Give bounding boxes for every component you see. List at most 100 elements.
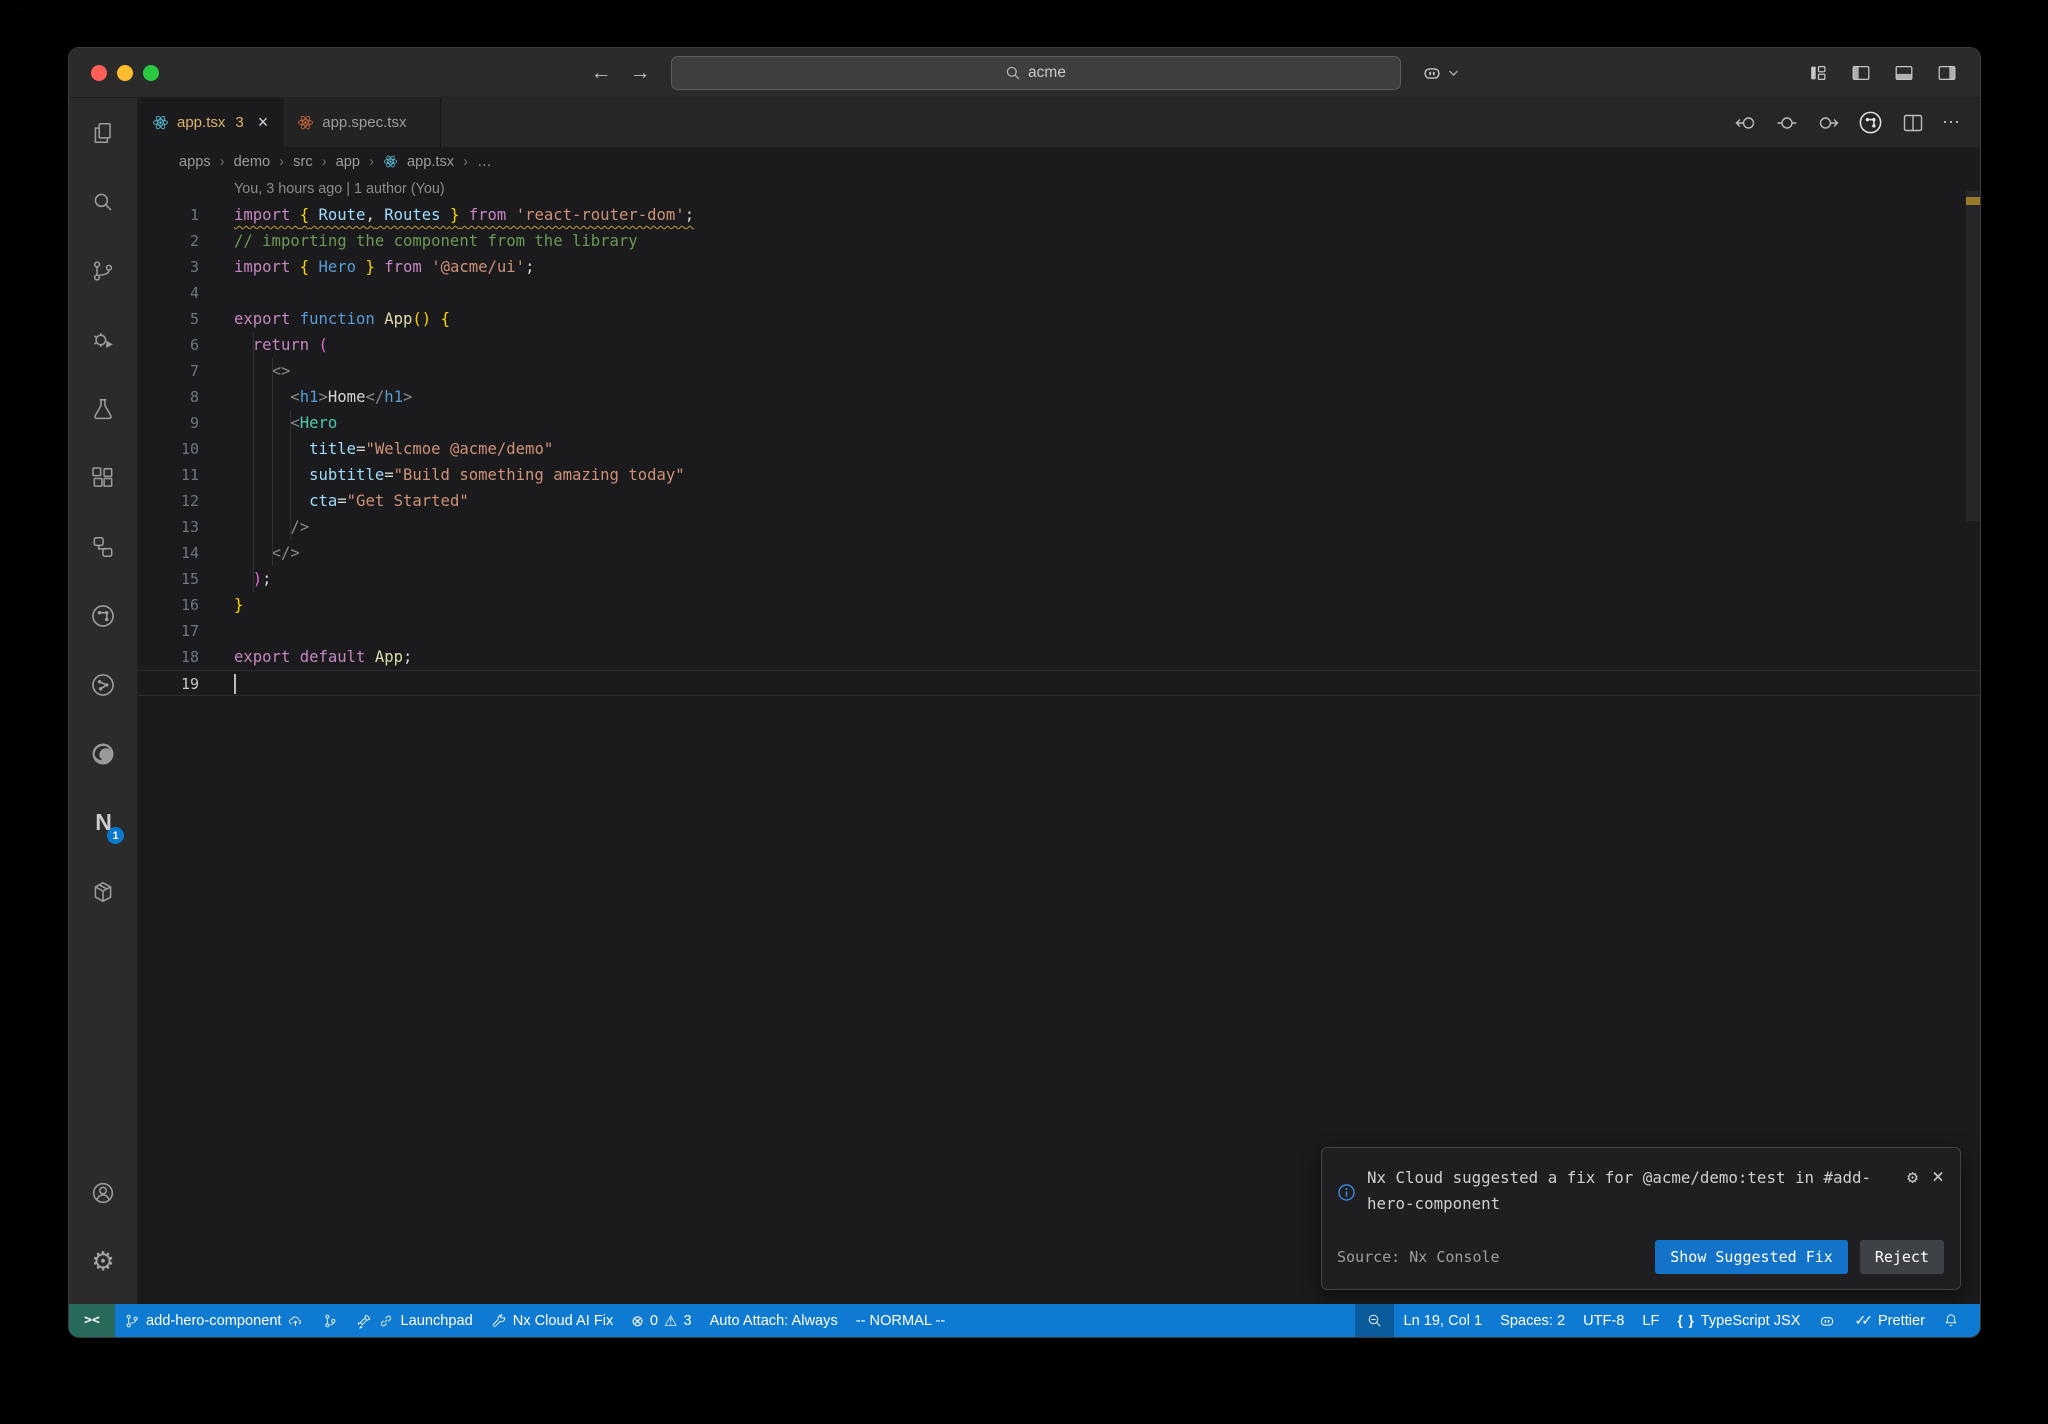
- notification-source: Source: Nx Console: [1337, 1248, 1500, 1266]
- bell-icon: [1943, 1312, 1959, 1329]
- activity-bar: N 1 ⚙: [69, 98, 138, 1304]
- nav-back-icon[interactable]: [1734, 111, 1758, 135]
- edge-browser-icon[interactable]: [69, 719, 137, 788]
- code-line[interactable]: 12 cta="Get Started": [138, 488, 1980, 514]
- nx-graph-icon[interactable]: [69, 581, 137, 650]
- search-icon[interactable]: [69, 167, 137, 236]
- line-content: // importing the component from the libr…: [234, 232, 638, 250]
- close-tab-icon[interactable]: ×: [258, 112, 269, 133]
- code-line[interactable]: 19: [138, 670, 1980, 696]
- customize-layout-icon[interactable]: [1807, 62, 1829, 84]
- eol-item[interactable]: LF: [1633, 1304, 1668, 1337]
- command-center-search[interactable]: acme: [670, 55, 1401, 90]
- settings-gear-icon[interactable]: ⚙: [69, 1227, 137, 1296]
- accounts-icon[interactable]: [69, 1158, 137, 1227]
- copilot-menu[interactable]: [1421, 62, 1459, 84]
- code-line[interactable]: 11 subtitle="Build something amazing tod…: [138, 462, 1980, 488]
- scrollbar-thumb[interactable]: [1966, 191, 1980, 521]
- launchpad-item[interactable]: Launchpad: [347, 1304, 481, 1337]
- cloud-upload-icon: [287, 1313, 304, 1329]
- status-bar: >< add-hero-component Launchpad Nx Cloud…: [69, 1304, 1980, 1337]
- text-cursor: [234, 674, 236, 694]
- notifications-bell-item[interactable]: [1934, 1304, 1968, 1337]
- nav-forward-icon[interactable]: [1816, 111, 1840, 135]
- toggle-primary-sidebar-icon[interactable]: [1850, 62, 1872, 84]
- history-back-icon[interactable]: ←: [591, 61, 612, 85]
- vim-mode-item[interactable]: -- NORMAL --: [847, 1304, 954, 1337]
- reject-button[interactable]: Reject: [1859, 1240, 1944, 1274]
- indentation-item[interactable]: Spaces: 2: [1491, 1304, 1574, 1337]
- code-editor[interactable]: You, 3 hours ago | 1 author (You) 1 impor…: [138, 176, 1980, 1304]
- problems-item[interactable]: ⊗ 0 ⚠ 3: [622, 1304, 700, 1337]
- code-line[interactable]: 2 // importing the component from the lib…: [138, 228, 1980, 254]
- toggle-panel-icon[interactable]: [1893, 62, 1915, 84]
- notification-message: Nx Cloud suggested a fix for @acme/demo:…: [1367, 1168, 1872, 1213]
- nx-graph-action-icon[interactable]: [1857, 109, 1884, 136]
- search-icon: [1005, 65, 1021, 81]
- testing-icon[interactable]: [69, 374, 137, 443]
- line-number: 11: [180, 466, 199, 484]
- more-actions-icon[interactable]: ⋯: [1942, 112, 1962, 133]
- nx-cloud-fix-item[interactable]: Nx Cloud AI Fix: [482, 1304, 623, 1337]
- copilot-status-item[interactable]: [1809, 1304, 1845, 1337]
- commits-icon: [322, 1313, 338, 1329]
- code-line[interactable]: 18 export default App;: [138, 644, 1980, 670]
- code-line[interactable]: 8 <h1>Home</h1>: [138, 384, 1980, 410]
- encoding-item[interactable]: UTF-8: [1574, 1304, 1633, 1337]
- show-suggested-fix-button[interactable]: Show Suggested Fix: [1655, 1240, 1848, 1274]
- code-line[interactable]: 1 import { Route, Routes } from 'react-ro…: [138, 202, 1980, 228]
- package-icon[interactable]: [69, 857, 137, 926]
- zoom-out-icon: [1366, 1312, 1383, 1329]
- nx-projects-icon[interactable]: [69, 512, 137, 581]
- notification-settings-icon[interactable]: ⚙: [1907, 1167, 1918, 1188]
- line-content: <>: [271, 362, 291, 380]
- notification-close-icon[interactable]: ×: [1932, 1166, 1944, 1186]
- tab-app-spec-tsx[interactable]: app.spec.tsx: [283, 98, 442, 147]
- cursor-position-item[interactable]: Ln 19, Col 1: [1394, 1304, 1491, 1337]
- breadcrumb-item[interactable]: src: [293, 154, 312, 170]
- breadcrumb-item[interactable]: demo: [234, 154, 271, 170]
- breadcrumb-item[interactable]: app.tsx: [407, 154, 454, 170]
- nx-console-icon[interactable]: N 1: [69, 788, 137, 857]
- nx-cloud-icon[interactable]: [69, 650, 137, 719]
- scrollbar[interactable]: [1966, 176, 1980, 1304]
- code-line[interactable]: 9 <Hero: [138, 410, 1980, 436]
- code-line[interactable]: 17: [138, 618, 1980, 644]
- extensions-icon[interactable]: [69, 443, 137, 512]
- code-line[interactable]: 10 title="Welcmoe @acme/demo": [138, 436, 1980, 462]
- source-control-graph-item[interactable]: [313, 1304, 347, 1337]
- history-forward-icon[interactable]: →: [630, 61, 651, 85]
- tab-app-tsx[interactable]: app.tsx 3 ×: [138, 98, 284, 147]
- search-value: acme: [1028, 63, 1066, 81]
- toggle-secondary-sidebar-icon[interactable]: [1936, 62, 1958, 84]
- close-window-button[interactable]: [91, 64, 107, 81]
- code-line[interactable]: 4: [138, 280, 1980, 306]
- breadcrumb-item[interactable]: …: [477, 154, 492, 170]
- prettier-item[interactable]: ✓✓ Prettier: [1845, 1304, 1934, 1337]
- maximize-window-button[interactable]: [143, 64, 159, 81]
- zoom-out-item[interactable]: [1355, 1304, 1395, 1337]
- explorer-icon[interactable]: [69, 98, 137, 167]
- nav-last-edit-icon[interactable]: [1775, 111, 1799, 135]
- code-line[interactable]: 13 />: [138, 514, 1980, 540]
- code-line[interactable]: 15 );: [138, 566, 1980, 592]
- run-debug-icon[interactable]: [69, 305, 137, 374]
- code-line[interactable]: 16}: [138, 592, 1980, 618]
- breadcrumb-item[interactable]: app: [336, 154, 360, 170]
- code-line[interactable]: 14 </>: [138, 540, 1980, 566]
- react-test-icon: [297, 114, 314, 131]
- auto-attach-item[interactable]: Auto Attach: Always: [701, 1304, 847, 1337]
- code-line[interactable]: 3 import { Hero } from '@acme/ui';: [138, 254, 1980, 280]
- line-number: 15: [180, 570, 199, 588]
- minimize-window-button[interactable]: [117, 64, 133, 81]
- code-line[interactable]: 6 return (: [138, 332, 1980, 358]
- source-control-icon[interactable]: [69, 236, 137, 305]
- remote-indicator[interactable]: ><: [69, 1304, 115, 1337]
- code-line[interactable]: 7 <>: [138, 358, 1980, 384]
- breadcrumb: apps › demo › src › app › app.tsx › …: [179, 153, 492, 170]
- language-mode-item[interactable]: { } TypeScript JSX: [1668, 1304, 1809, 1337]
- split-editor-icon[interactable]: [1901, 111, 1925, 135]
- code-line[interactable]: 5 export function App() {: [138, 306, 1980, 332]
- git-branch-item[interactable]: add-hero-component: [115, 1304, 313, 1337]
- breadcrumb-item[interactable]: apps: [179, 154, 211, 170]
